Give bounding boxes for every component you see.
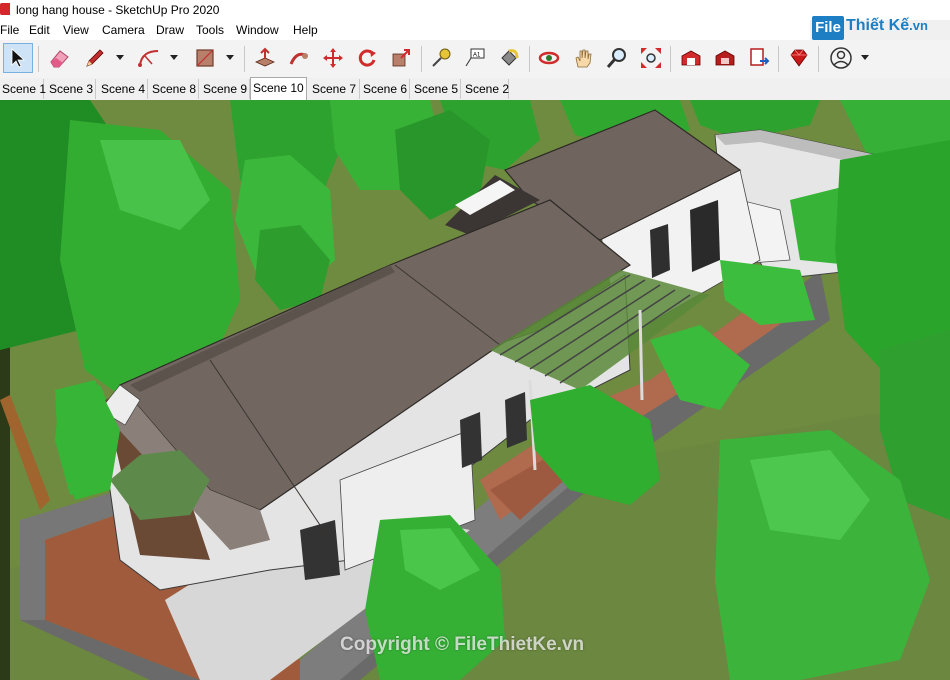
tab-scene-5[interactable]: Scene 5 (412, 79, 461, 99)
rectangle-dropdown-arrow-icon[interactable] (225, 52, 235, 62)
select-arrow-icon[interactable] (3, 43, 33, 73)
svg-text:A1: A1 (473, 53, 481, 59)
pencil-dropdown-arrow-icon[interactable] (115, 52, 125, 62)
move-icon[interactable] (318, 43, 348, 73)
sketchup-app-icon (0, 3, 10, 15)
logo-main: Thiết Kế (846, 17, 910, 34)
pan-hand-icon[interactable] (568, 43, 598, 73)
ruby-console-icon[interactable] (784, 43, 814, 73)
menu-camera[interactable]: Camera (102, 23, 145, 37)
zoom-icon[interactable] (602, 43, 632, 73)
scale-icon[interactable] (386, 43, 416, 73)
warehouse-icon[interactable] (676, 43, 706, 73)
toolbar-separator (778, 46, 779, 72)
arc-icon[interactable] (134, 43, 164, 73)
title-bar: long hang house - SketchUp Pro 2020 (0, 0, 950, 20)
menu-bar: File Edit View Camera Draw Tools Window … (0, 20, 810, 40)
tape-measure-icon[interactable] (426, 43, 456, 73)
tab-scene-9[interactable]: Scene 9 (201, 79, 250, 99)
menu-edit[interactable]: Edit (29, 23, 50, 37)
tab-scene-8[interactable]: Scene 8 (150, 79, 199, 99)
filethietke-logo: File Thiết Kế.vn (812, 14, 950, 42)
rotate-icon[interactable] (352, 43, 382, 73)
menu-window[interactable]: Window (236, 23, 279, 37)
menu-draw[interactable]: Draw (156, 23, 184, 37)
eraser-icon[interactable] (44, 43, 74, 73)
tab-scene-10[interactable]: Scene 10 (250, 77, 307, 100)
send-to-layout-icon[interactable] (744, 43, 774, 73)
toolbar-separator (244, 46, 245, 72)
text-label-icon[interactable]: A1 (460, 43, 490, 73)
toolbar-separator (818, 46, 819, 72)
model-viewport[interactable]: Copyright © FileThietKe.vn (0, 100, 950, 680)
toolbar: A1 (0, 40, 950, 79)
account-dropdown-arrow-icon[interactable] (860, 52, 870, 62)
tab-scene-6[interactable]: Scene 6 (361, 79, 410, 99)
tab-scene-4[interactable]: Scene 4 (99, 79, 148, 99)
tab-scene-7[interactable]: Scene 7 (310, 79, 360, 99)
tab-scene-2[interactable]: Scene 2 (463, 79, 509, 99)
pencil-line-icon[interactable] (80, 43, 110, 73)
window-title: long hang house - SketchUp Pro 2020 (16, 3, 220, 17)
toolbar-separator (38, 46, 39, 72)
orbit-icon[interactable] (534, 43, 564, 73)
copyright-watermark: Copyright © FileThietKe.vn (340, 634, 585, 655)
menu-file[interactable]: File (0, 23, 19, 37)
logo-box: File (812, 16, 844, 40)
menu-view[interactable]: View (63, 23, 89, 37)
toolbar-separator (529, 46, 530, 72)
extension-warehouse-icon[interactable] (710, 43, 740, 73)
zoom-extents-icon[interactable] (636, 43, 666, 73)
scene-tabs-bar: Scene 1 Scene 3 Scene 4 Scene 8 Scene 9 … (0, 77, 950, 101)
tab-scene-1[interactable]: Scene 1 (0, 79, 46, 99)
arc-dropdown-arrow-icon[interactable] (169, 52, 179, 62)
logo-text: Thiết Kế.vn (846, 17, 928, 35)
menu-help[interactable]: Help (293, 23, 318, 37)
tab-scene-3[interactable]: Scene 3 (47, 79, 96, 99)
toolbar-separator (670, 46, 671, 72)
follow-me-icon[interactable] (284, 43, 314, 73)
model-scene (0, 100, 950, 680)
account-user-icon[interactable] (826, 43, 856, 73)
paint-bucket-icon[interactable] (494, 43, 524, 73)
toolbar-separator (421, 46, 422, 72)
menu-tools[interactable]: Tools (196, 23, 224, 37)
logo-tld: .vn (909, 18, 928, 33)
rectangle-icon[interactable] (190, 43, 220, 73)
push-pull-icon[interactable] (250, 43, 280, 73)
